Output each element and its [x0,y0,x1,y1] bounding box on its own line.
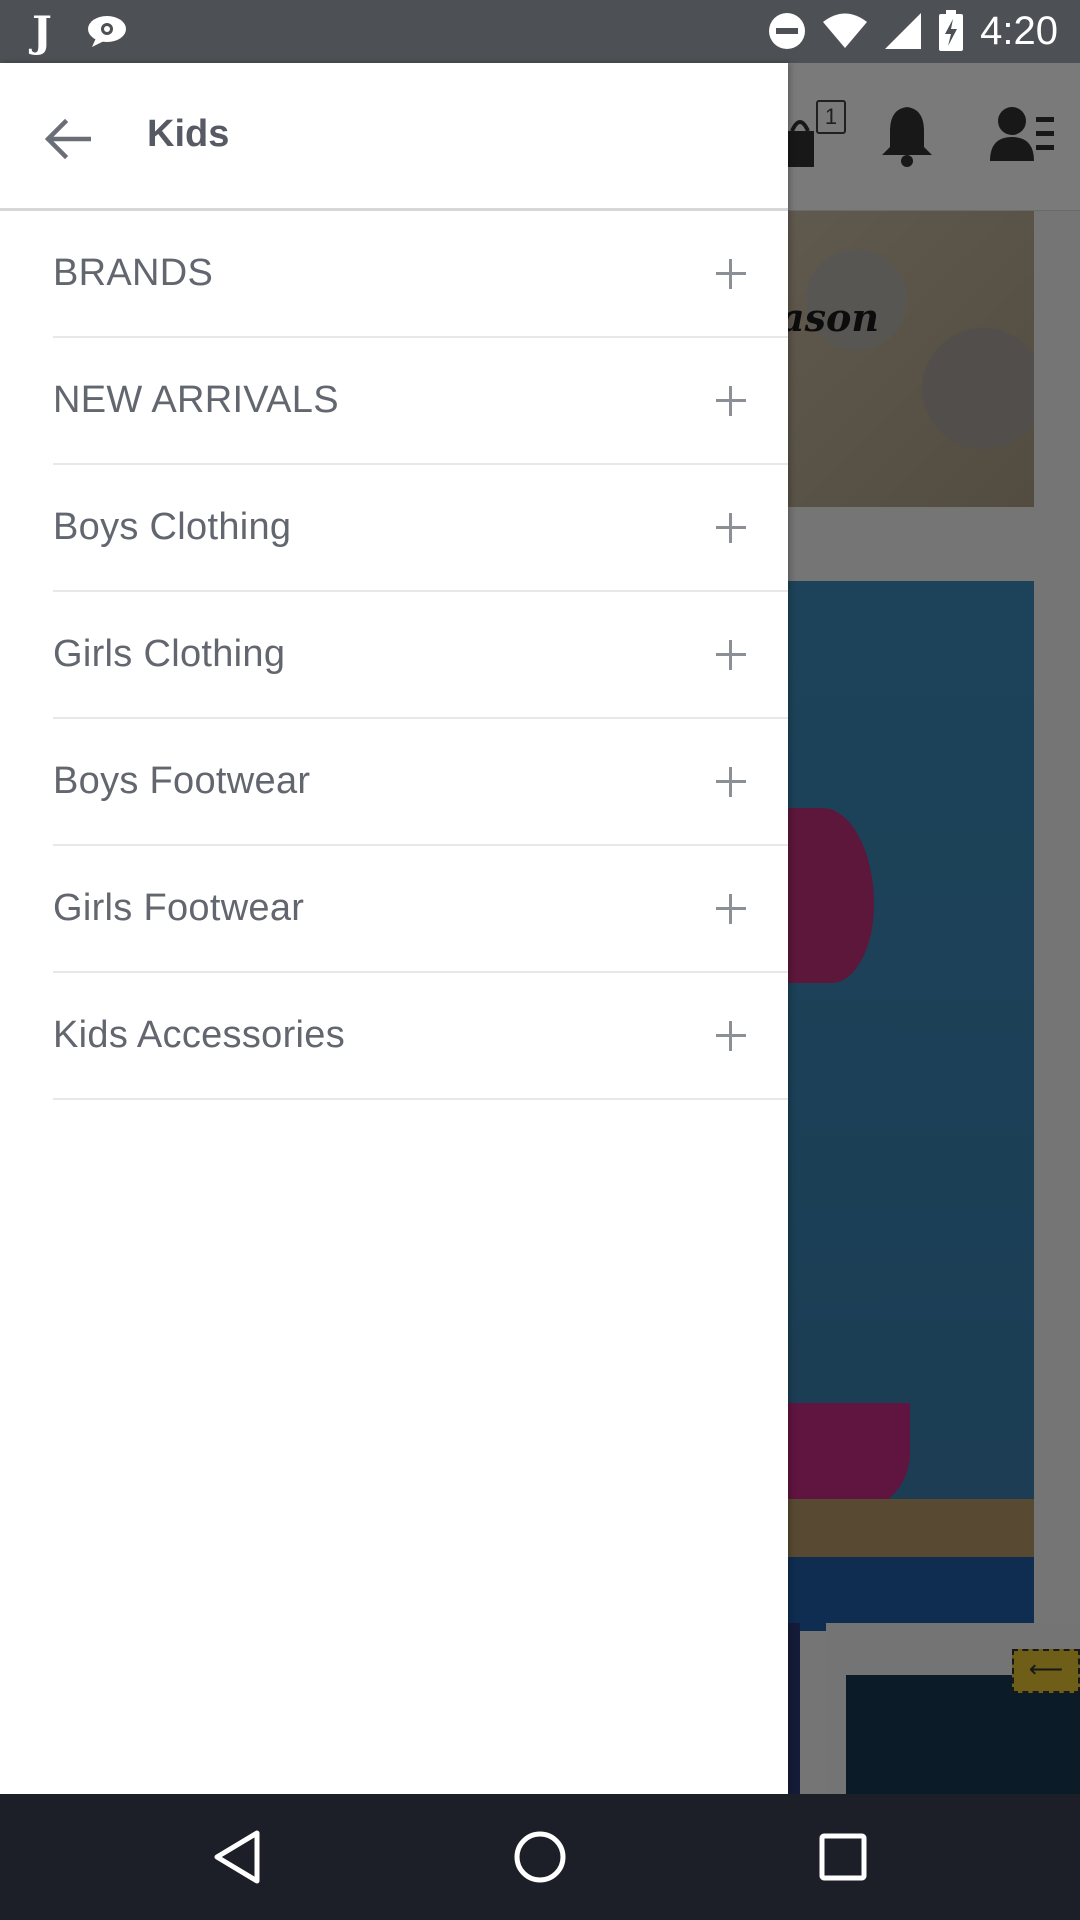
nav-home-button[interactable] [507,1824,573,1890]
menu-item-label: BRANDS [53,252,214,294]
status-bar: J 4:20 [0,0,1080,63]
menu-item-label: NEW ARRIVALS [53,379,339,421]
plus-icon[interactable] [716,766,746,797]
system-nav-bar [0,1794,1080,1920]
plus-icon[interactable] [716,639,746,670]
chat-bubble-icon [86,14,128,48]
menu-item-kids-accessories[interactable]: Kids Accessories [53,973,788,1100]
menu-item-boys-footwear[interactable]: Boys Footwear [53,719,788,846]
menu-item-label: Girls Footwear [53,887,305,929]
status-time: 4:20 [980,8,1058,53]
drawer-header: Kids [0,63,788,211]
nav-recents-button[interactable] [810,1824,876,1890]
plus-icon[interactable] [716,258,746,289]
navigation-drawer: Kids BRANDS NEW ARRIVALS Boys Clothing G… [0,63,788,1794]
menu-item-label: Boys Footwear [53,760,311,802]
menu-item-girls-footwear[interactable]: Girls Footwear [53,846,788,973]
plus-icon[interactable] [716,385,746,416]
plus-icon[interactable] [716,512,746,543]
plus-icon[interactable] [716,893,746,924]
j-app-icon: J [32,6,52,56]
nav-back-button[interactable] [204,1824,270,1890]
menu-item-label: Kids Accessories [53,1014,346,1056]
do-not-disturb-icon [768,12,806,50]
wifi-icon [822,13,868,49]
menu-item-label: Boys Clothing [53,506,292,548]
back-arrow-icon [45,119,91,159]
back-button[interactable] [34,105,102,173]
menu-item-new-arrivals[interactable]: NEW ARRIVALS [53,338,788,465]
plus-icon[interactable] [716,1020,746,1051]
menu-item-girls-clothing[interactable]: Girls Clothing [53,592,788,719]
menu-item-label: Girls Clothing [53,633,286,675]
recents-square-icon [819,1833,867,1881]
status-left-icons: J [32,6,128,56]
home-circle-icon [514,1831,566,1883]
battery-charging-icon [938,10,964,52]
back-triangle-icon [214,1830,260,1884]
menu-item-brands[interactable]: BRANDS [53,211,788,338]
drawer-title: Kids [147,113,230,155]
status-right-icons: 4:20 [768,8,1058,54]
cell-signal-icon [884,12,922,50]
category-list: BRANDS NEW ARRIVALS Boys Clothing Girls … [53,211,788,1100]
menu-item-boys-clothing[interactable]: Boys Clothing [53,465,788,592]
